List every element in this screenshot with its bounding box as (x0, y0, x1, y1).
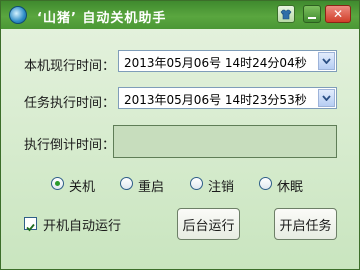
app-window: ‘山猪’ 自动关机助手 ✕ 本机现行时间： 2013年05月06号 14时24分… (0, 0, 360, 270)
radio-label: 休眠 (277, 180, 304, 195)
window-title: ‘山猪’ 自动关机助手 (37, 11, 167, 26)
autostart-checkbox[interactable] (24, 217, 37, 232)
skin-shirt-icon[interactable] (277, 5, 295, 23)
current-time-select[interactable]: 2013年05月06号 14时24分04秒 (118, 50, 337, 72)
checkmark-icon (26, 223, 35, 232)
background-run-button[interactable]: 后台运行 (177, 208, 240, 240)
title-bar[interactable]: ‘山猪’ 自动关机助手 ✕ (1, 1, 359, 29)
radio-label: 注销 (208, 180, 235, 195)
start-task-button[interactable]: 开启任务 (274, 208, 337, 240)
minimize-icon (308, 16, 316, 19)
current-time-label: 本机现行时间： (24, 59, 116, 74)
close-icon: ✕ (332, 7, 344, 21)
close-button[interactable]: ✕ (325, 5, 351, 23)
radio-button-icon[interactable] (120, 177, 133, 190)
radio-label: 关机 (69, 180, 96, 195)
radio-button-icon[interactable] (190, 177, 203, 190)
countdown-label: 执行倒计时间： (24, 138, 116, 153)
radio-button-icon[interactable] (51, 177, 64, 190)
chevron-down-icon[interactable] (318, 52, 335, 70)
task-time-select[interactable]: 2013年05月06号 14时23分53秒 (118, 87, 337, 109)
radio-label: 重启 (138, 180, 165, 195)
task-time-label: 任务执行时间： (24, 96, 116, 111)
radio-selected-dot (55, 181, 60, 186)
autostart-label[interactable]: 开机自动运行 (43, 215, 121, 234)
countdown-display (113, 125, 337, 158)
chevron-down-icon[interactable] (318, 89, 335, 107)
minimize-button[interactable] (303, 5, 321, 23)
current-time-value: 2013年05月06号 14时24分04秒 (124, 56, 307, 70)
radio-button-icon[interactable] (259, 177, 272, 190)
main-panel: 本机现行时间： 2013年05月06号 14时24分04秒 任务执行时间： 20… (1, 29, 359, 269)
task-time-value: 2013年05月06号 14时23分53秒 (124, 93, 307, 107)
app-logo-icon (9, 6, 27, 24)
